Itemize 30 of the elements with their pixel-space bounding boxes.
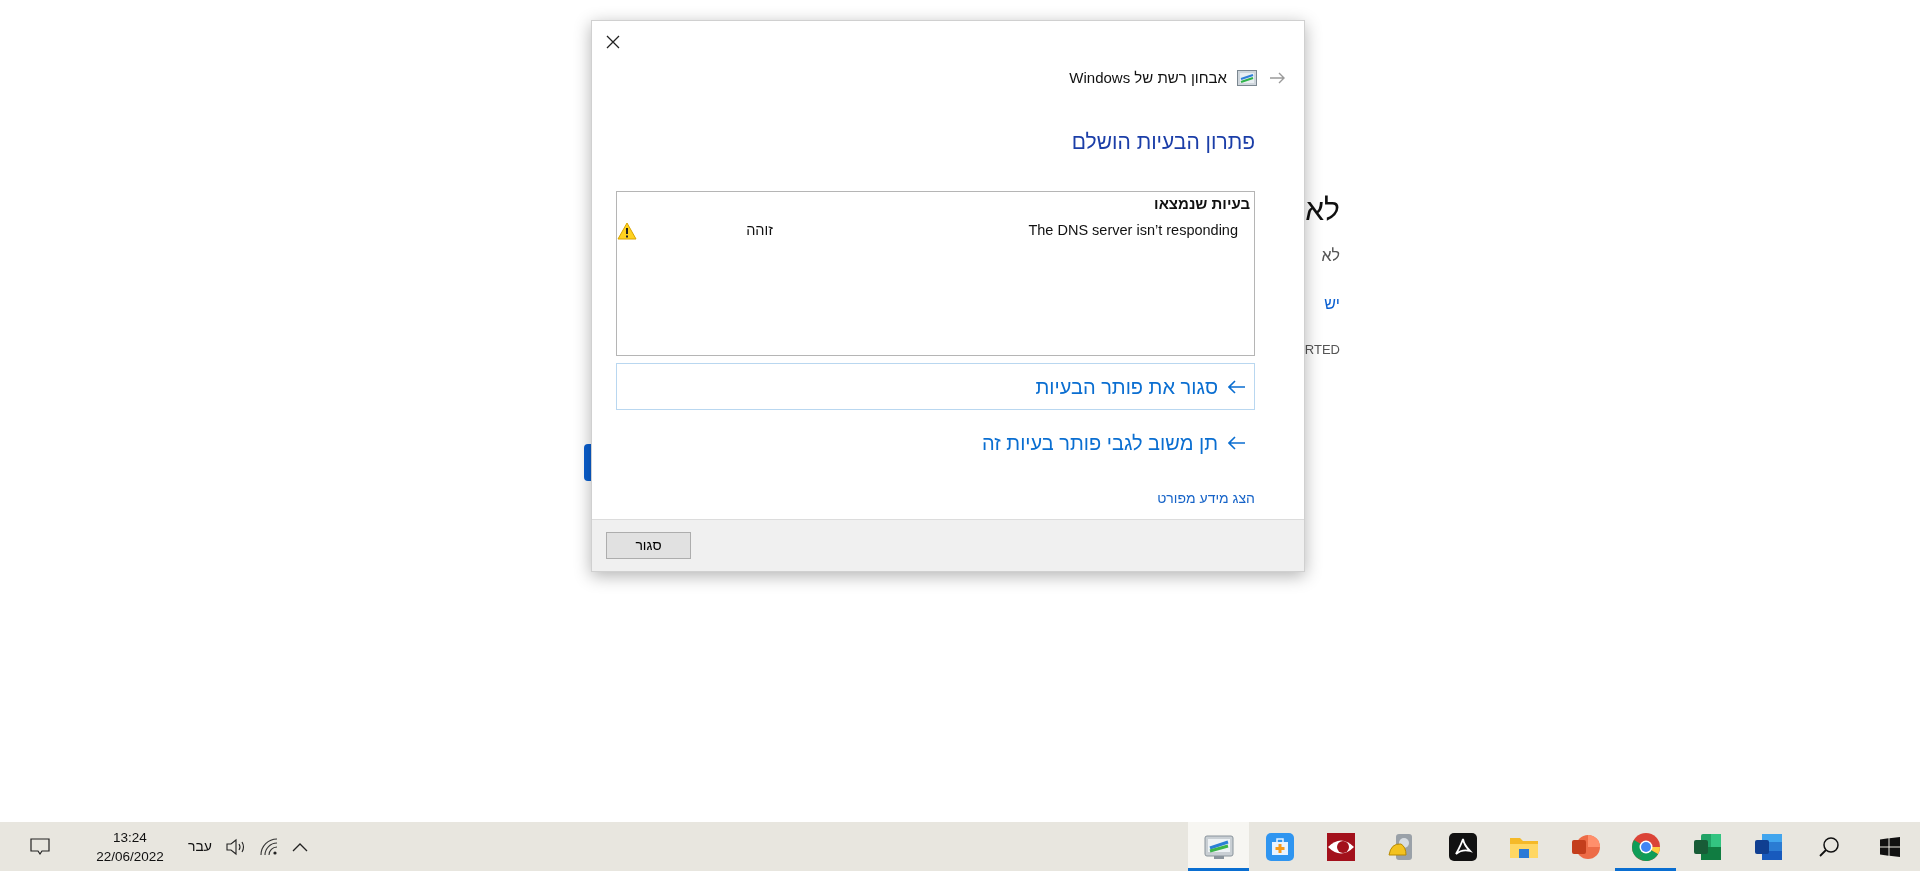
notification-icon[interactable] xyxy=(30,837,50,856)
volume-icon[interactable] xyxy=(226,837,246,856)
arrow-icon xyxy=(1228,435,1246,450)
page-caption: RTED xyxy=(1304,342,1340,358)
clock[interactable]: 13:24 22/06/2022 xyxy=(80,827,180,866)
problem-name: The DNS server isn’t responding xyxy=(1027,221,1238,241)
dialog-title: פתרון הבעיות הושלם xyxy=(1071,129,1255,155)
breadcrumb-title: אבחון רשת של Windows xyxy=(1069,67,1227,88)
page-link[interactable]: יש xyxy=(1324,294,1340,314)
network-monitor-icon xyxy=(1237,70,1257,86)
close-button[interactable]: סגור xyxy=(606,532,691,559)
close-icon[interactable] xyxy=(606,35,620,49)
page-heading: לא xyxy=(1305,192,1340,228)
list-header: בעיות שנמצאו xyxy=(1153,194,1250,214)
chevron-up-icon[interactable] xyxy=(292,841,308,852)
eye-icon xyxy=(1324,830,1357,863)
arrow-icon xyxy=(1228,379,1246,394)
problem-status: זוהה xyxy=(745,221,773,241)
page-text: לא xyxy=(1321,246,1340,266)
toolbox-icon xyxy=(1263,830,1296,863)
action-link[interactable]: סגור את פותר הבעיות xyxy=(616,363,1255,410)
wifi-icon[interactable] xyxy=(260,837,278,856)
language-indicator[interactable]: עבר xyxy=(188,836,212,857)
back-arrow-icon[interactable] xyxy=(1269,72,1285,84)
start-icon[interactable] xyxy=(1879,836,1900,857)
browser-icon xyxy=(1629,830,1662,863)
details-link[interactable]: הצג מידע מפורט xyxy=(1157,490,1255,506)
search-icon[interactable] xyxy=(1817,835,1840,858)
document-icon xyxy=(1446,830,1479,863)
action-link[interactable]: תן משוב לגבי פותר בעיות זה xyxy=(616,419,1255,466)
